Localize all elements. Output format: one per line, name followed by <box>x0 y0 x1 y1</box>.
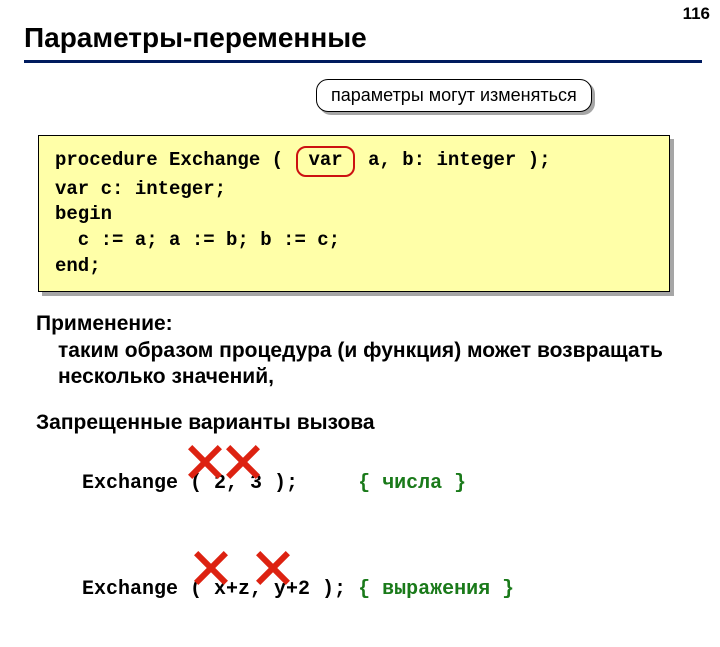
usage-body: таким образом процедура (и функция) може… <box>58 338 690 391</box>
forbidden-call-2: Exchange ( x+z, y+2 ); <box>82 578 358 601</box>
forbidden-heading: Запрещенные варианты вызова <box>36 411 720 435</box>
forbidden-call-1: Exchange ( 2, 3 ); <box>82 472 358 495</box>
forbidden-comment-2: { выражения } <box>358 578 514 601</box>
page-number: 116 <box>683 4 710 24</box>
callout-container: параметры могут изменяться <box>0 79 720 127</box>
code-line-4: c := a; a := b; b := c; <box>55 228 653 254</box>
code-line-1b: a, b: integer ); <box>357 149 551 171</box>
code-line-1a: procedure Exchange ( <box>55 149 294 171</box>
page-title: Параметры-переменные <box>0 0 720 60</box>
forbidden-example-1: Exchange ( 2, 3 ); { числа } <box>58 449 720 541</box>
var-keyword-chip: var <box>296 146 354 177</box>
forbidden-example-2: Exchange ( x+z, y+2 ); { выражения } <box>58 555 720 647</box>
title-underline <box>24 60 702 63</box>
usage-heading: Применение: <box>36 312 720 336</box>
forbidden-comment-1: { числа } <box>358 472 466 495</box>
code-line-5: end; <box>55 254 653 280</box>
code-line-3: begin <box>55 202 653 228</box>
code-block: procedure Exchange ( var a, b: integer )… <box>38 135 670 292</box>
callout-box: параметры могут изменяться <box>316 79 592 112</box>
code-line-2: var c: integer; <box>55 177 653 203</box>
